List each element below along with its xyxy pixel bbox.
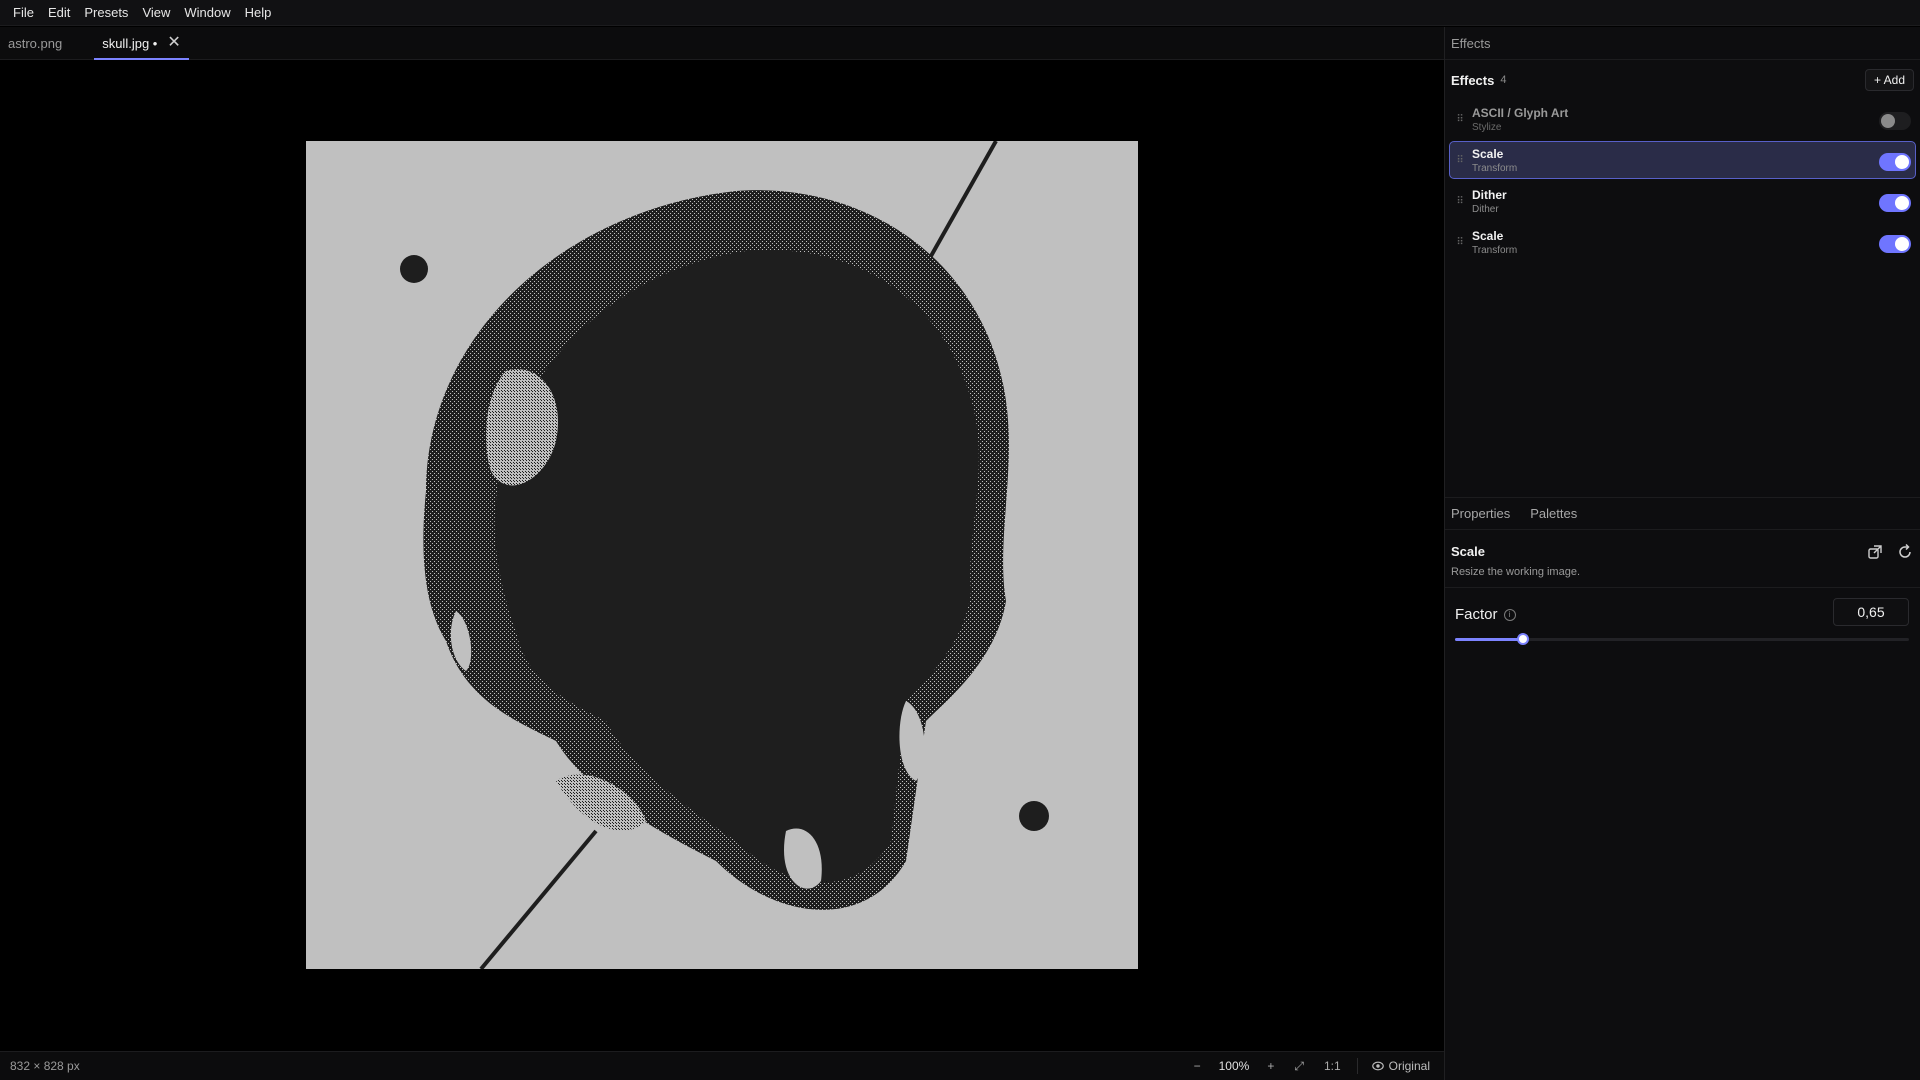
drag-handle-icon[interactable]: ⠿ — [1452, 114, 1468, 125]
menu-file[interactable]: File — [6, 0, 41, 26]
original-toggle[interactable]: Original — [1364, 1059, 1444, 1073]
image-dimensions: 832 × 828 px — [10, 1059, 80, 1073]
factor-label-row: Factor i — [1455, 606, 1516, 623]
tab-skull[interactable]: skull.jpg • ✕ — [94, 27, 189, 60]
preview-image — [306, 141, 1138, 969]
zoom-level[interactable]: 100% — [1211, 1059, 1258, 1073]
close-icon[interactable]: ✕ — [167, 35, 180, 51]
menu-view[interactable]: View — [135, 0, 177, 26]
menu-window[interactable]: Window — [177, 0, 237, 26]
effect-name: Scale — [1472, 146, 1504, 161]
effect-name: Dither — [1472, 187, 1507, 202]
effect-toggle[interactable] — [1879, 194, 1911, 212]
factor-input[interactable]: 0,65 — [1833, 598, 1909, 626]
effect-toggle[interactable] — [1879, 235, 1911, 253]
info-icon[interactable]: i — [1503, 608, 1516, 621]
slider-fill — [1455, 638, 1524, 641]
slider-thumb[interactable] — [1517, 633, 1530, 645]
effects-panel: Effects Effects 4 + Add ⠿ ASCII / Glyph … — [1444, 27, 1920, 1080]
reset-icon[interactable] — [1895, 542, 1915, 562]
selected-effect-title: Scale — [1451, 544, 1485, 559]
zoom-in-button[interactable]: + — [1257, 1059, 1284, 1073]
menu-bar: File Edit Presets View Window Help — [0, 0, 1920, 26]
fit-screen-icon[interactable]: ⤢ — [1284, 1059, 1314, 1074]
canvas-area[interactable] — [0, 61, 1444, 1051]
drag-handle-icon[interactable]: ⠿ — [1452, 155, 1468, 166]
tab-astro[interactable]: astro.png — [0, 27, 70, 59]
menu-edit[interactable]: Edit — [41, 0, 77, 26]
selected-effect-info: Scale Resize the working image. — [1445, 530, 1920, 588]
properties-tabs: Properties Palettes — [1445, 497, 1920, 530]
tab-label: astro.png — [8, 35, 63, 51]
effect-toggle[interactable] — [1879, 112, 1911, 130]
selected-effect-description: Resize the working image. — [1451, 566, 1581, 578]
effect-item-dither[interactable]: ⠿ Dither Dither — [1449, 182, 1916, 220]
divider — [1356, 1058, 1358, 1074]
effect-name: ASCII / Glyph Art — [1472, 105, 1569, 120]
factor-control: Factor i 0,65 — [1445, 588, 1920, 668]
effect-item-scale-2[interactable]: ⠿ Scale Transform — [1449, 223, 1916, 261]
menu-help[interactable]: Help — [238, 0, 279, 26]
drag-handle-icon[interactable]: ⠿ — [1452, 196, 1468, 207]
tab-properties[interactable]: Properties — [1445, 506, 1516, 521]
effects-header: Effects 4 + Add — [1445, 60, 1920, 100]
plus-icon: + — [1873, 73, 1884, 87]
factor-slider[interactable] — [1455, 633, 1909, 645]
eye-icon — [1371, 1061, 1384, 1071]
zoom-out-button[interactable]: − — [1184, 1059, 1211, 1073]
effects-title: Effects — [1451, 72, 1495, 88]
effect-category: Dither — [1472, 203, 1499, 215]
tab-label: skull.jpg • — [102, 35, 158, 51]
effects-count: 4 — [1500, 74, 1507, 86]
effect-toggle[interactable] — [1879, 153, 1911, 171]
original-label: Original — [1388, 1059, 1430, 1073]
menu-presets[interactable]: Presets — [77, 0, 135, 26]
skull-image — [306, 141, 1138, 969]
effect-item-scale[interactable]: ⠿ Scale Transform — [1449, 141, 1916, 179]
effect-item-ascii[interactable]: ⠿ ASCII / Glyph Art Stylize — [1449, 100, 1916, 138]
effect-category: Transform — [1472, 244, 1518, 256]
drag-handle-icon[interactable]: ⠿ — [1452, 237, 1468, 248]
effect-name: Scale — [1472, 228, 1504, 243]
detach-icon[interactable] — [1865, 542, 1885, 562]
document-tabs: astro.png skull.jpg • ✕ — [0, 27, 1444, 60]
add-label: Add — [1883, 73, 1905, 87]
effect-category: Transform — [1472, 162, 1518, 174]
add-effect-button[interactable]: + Add — [1864, 69, 1914, 91]
status-bar: 832 × 828 px − 100% + ⤢ 1:1 Original — [0, 1051, 1444, 1080]
tab-palettes[interactable]: Palettes — [1524, 506, 1583, 521]
effect-category: Stylize — [1472, 121, 1502, 133]
panel-header: Effects — [1445, 27, 1920, 60]
factor-label: Factor — [1455, 606, 1498, 623]
actual-size-button[interactable]: 1:1 — [1314, 1059, 1351, 1073]
